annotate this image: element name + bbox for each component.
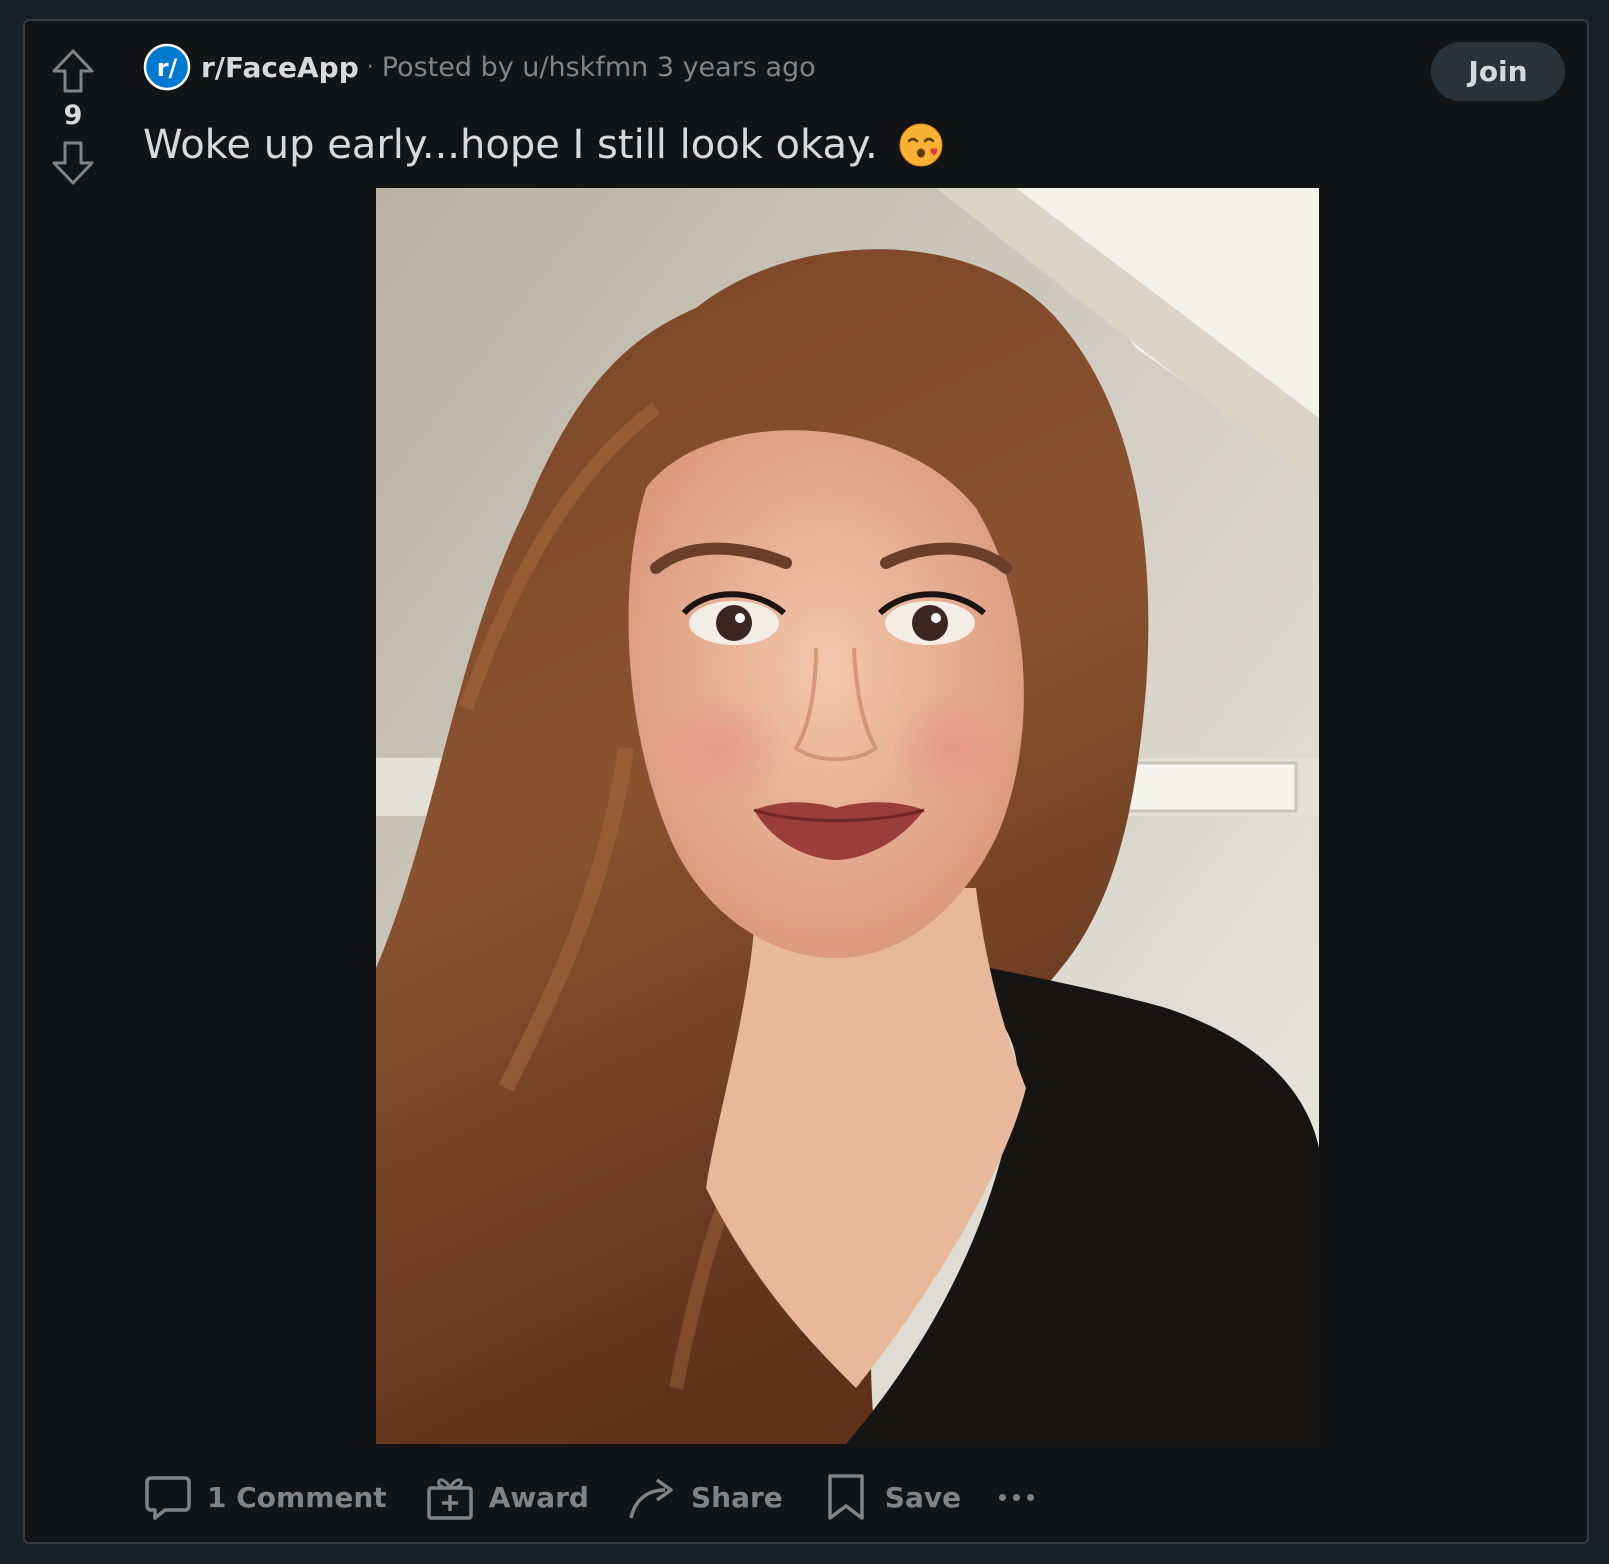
more-options-button[interactable] bbox=[999, 1477, 1035, 1517]
more-dots-icon bbox=[1013, 1493, 1021, 1501]
comments-label: 1 Comment bbox=[207, 1480, 387, 1514]
kissing-face-icon bbox=[899, 123, 943, 167]
share-label: Share bbox=[690, 1480, 783, 1514]
upvote-button[interactable] bbox=[47, 45, 99, 97]
comment-bubble-icon bbox=[145, 1476, 191, 1520]
portrait-photo bbox=[376, 188, 1319, 1444]
award-button[interactable]: Award bbox=[425, 1472, 589, 1522]
post-image[interactable] bbox=[376, 188, 1319, 1444]
gift-box-icon bbox=[426, 1478, 473, 1520]
upvote-arrow-icon bbox=[52, 49, 94, 93]
subreddit-icon[interactable]: r/ bbox=[143, 43, 191, 91]
save-button[interactable]: Save bbox=[821, 1472, 961, 1522]
svg-text:r/: r/ bbox=[157, 54, 178, 82]
more-dots-icon bbox=[1027, 1493, 1035, 1501]
post-title[interactable]: Woke up early...hope I still look okay. bbox=[143, 119, 944, 171]
vote-count: 9 bbox=[63, 100, 83, 131]
post-title-text: Woke up early...hope I still look okay. bbox=[143, 122, 878, 168]
comments-button[interactable]: 1 Comment bbox=[143, 1472, 387, 1522]
bookmark-icon bbox=[828, 1474, 864, 1520]
post-meta: Posted by u/hskfmn 3 years ago bbox=[381, 51, 816, 83]
separator-dot: · bbox=[366, 54, 374, 80]
post-card: 9 r/ r/FaceApp · Posted by u/hskfmn 3 ye… bbox=[23, 19, 1589, 1544]
subreddit-link[interactable]: r/FaceApp bbox=[201, 51, 359, 84]
downvote-button[interactable] bbox=[47, 137, 99, 189]
post-actions: 1 Comment Award Share Save bbox=[143, 1467, 1035, 1527]
award-label: Award bbox=[488, 1480, 589, 1514]
share-button[interactable]: Share bbox=[627, 1472, 783, 1522]
more-dots-icon bbox=[999, 1493, 1007, 1501]
vote-column: 9 bbox=[25, 21, 121, 189]
join-button[interactable]: Join bbox=[1431, 42, 1565, 101]
save-label: Save bbox=[884, 1480, 962, 1514]
downvote-arrow-icon bbox=[52, 141, 94, 185]
share-arrow-icon bbox=[629, 1478, 673, 1519]
post-header: r/ r/FaceApp · Posted by u/hskfmn 3 year… bbox=[143, 42, 816, 92]
